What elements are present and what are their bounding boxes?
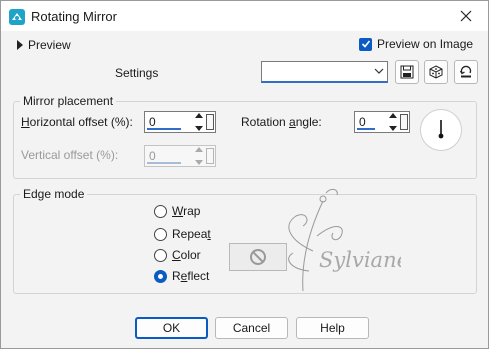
app-icon: [9, 9, 25, 25]
dial-needle-icon: [438, 120, 444, 139]
reset-button[interactable]: [454, 60, 478, 84]
slider-popup-button[interactable]: [400, 114, 408, 130]
floppy-disk-icon: [400, 65, 414, 79]
save-preset-button[interactable]: [395, 60, 419, 84]
no-color-icon: [250, 249, 266, 265]
title-bar: Rotating Mirror: [1, 1, 488, 31]
slider-popup-button[interactable]: [206, 148, 214, 164]
randomize-button[interactable]: [424, 60, 448, 84]
edge-mode-heading: Edge mode: [20, 187, 88, 201]
close-icon: [460, 10, 472, 22]
horizontal-offset-value: 0: [149, 115, 156, 129]
chevron-down-icon: [374, 68, 384, 74]
radio-unchecked-icon: [154, 248, 167, 262]
horizontal-offset-spinner[interactable]: 0: [144, 111, 216, 133]
radio-unchecked-icon: [154, 227, 167, 241]
reset-arrow-icon: [459, 65, 472, 78]
slider-popup-button[interactable]: [206, 114, 214, 130]
close-button[interactable]: [448, 3, 484, 29]
dice-icon: [429, 65, 443, 79]
help-button[interactable]: Help: [296, 317, 369, 339]
edge-option-color[interactable]: Color: [154, 248, 201, 262]
radio-checked-icon: [154, 269, 167, 283]
edge-option-repeat[interactable]: Repeat: [154, 227, 211, 241]
preview-on-image-checkbox[interactable]: Preview on Image: [359, 37, 473, 51]
rotation-angle-spinner[interactable]: 0: [354, 111, 410, 133]
vertical-offset-spinner[interactable]: 0: [144, 145, 216, 167]
rotation-angle-value: 0: [359, 115, 366, 129]
vertical-offset-value: 0: [149, 149, 156, 163]
edge-color-swatch[interactable]: [229, 243, 287, 271]
preview-toggle-label: Preview: [28, 38, 71, 52]
spin-arrows-icon[interactable]: [194, 113, 204, 131]
edge-option-label: Wrap: [172, 204, 201, 218]
radio-unchecked-icon: [154, 204, 167, 218]
horizontal-offset-label: Horizontal offset (%):: [21, 115, 133, 129]
watermark-logo: Sylviane: [288, 188, 401, 292]
window-title: Rotating Mirror: [31, 9, 117, 24]
watermark-text: Sylviane: [319, 248, 401, 272]
mirror-placement-heading: Mirror placement: [20, 94, 117, 108]
checkbox-checked-icon: [359, 37, 372, 51]
settings-label: Settings: [115, 66, 159, 80]
edge-option-label: Reflect: [172, 269, 210, 283]
ok-button[interactable]: OK: [135, 317, 208, 339]
edge-option-label: Color: [172, 248, 201, 262]
edge-option-wrap[interactable]: Wrap: [154, 204, 200, 218]
preview-toggle[interactable]: Preview: [17, 38, 71, 52]
rotation-angle-label: Rotation angle:: [241, 115, 322, 129]
rotating-mirror-dialog: Rotating Mirror Preview Preview on Image…: [0, 0, 489, 349]
edge-option-label: Repeat: [172, 227, 211, 241]
spin-arrows-icon[interactable]: [194, 147, 204, 165]
cancel-button[interactable]: Cancel: [215, 317, 288, 339]
spin-arrows-icon[interactable]: [388, 113, 398, 131]
edge-option-reflect[interactable]: Reflect: [154, 269, 209, 283]
expand-arrow-icon: [17, 40, 23, 50]
settings-dropdown[interactable]: [261, 61, 388, 83]
rotation-angle-dial[interactable]: [420, 109, 462, 151]
vertical-offset-label: Vertical offset (%):: [21, 148, 119, 162]
preview-on-image-label: Preview on Image: [377, 37, 474, 51]
